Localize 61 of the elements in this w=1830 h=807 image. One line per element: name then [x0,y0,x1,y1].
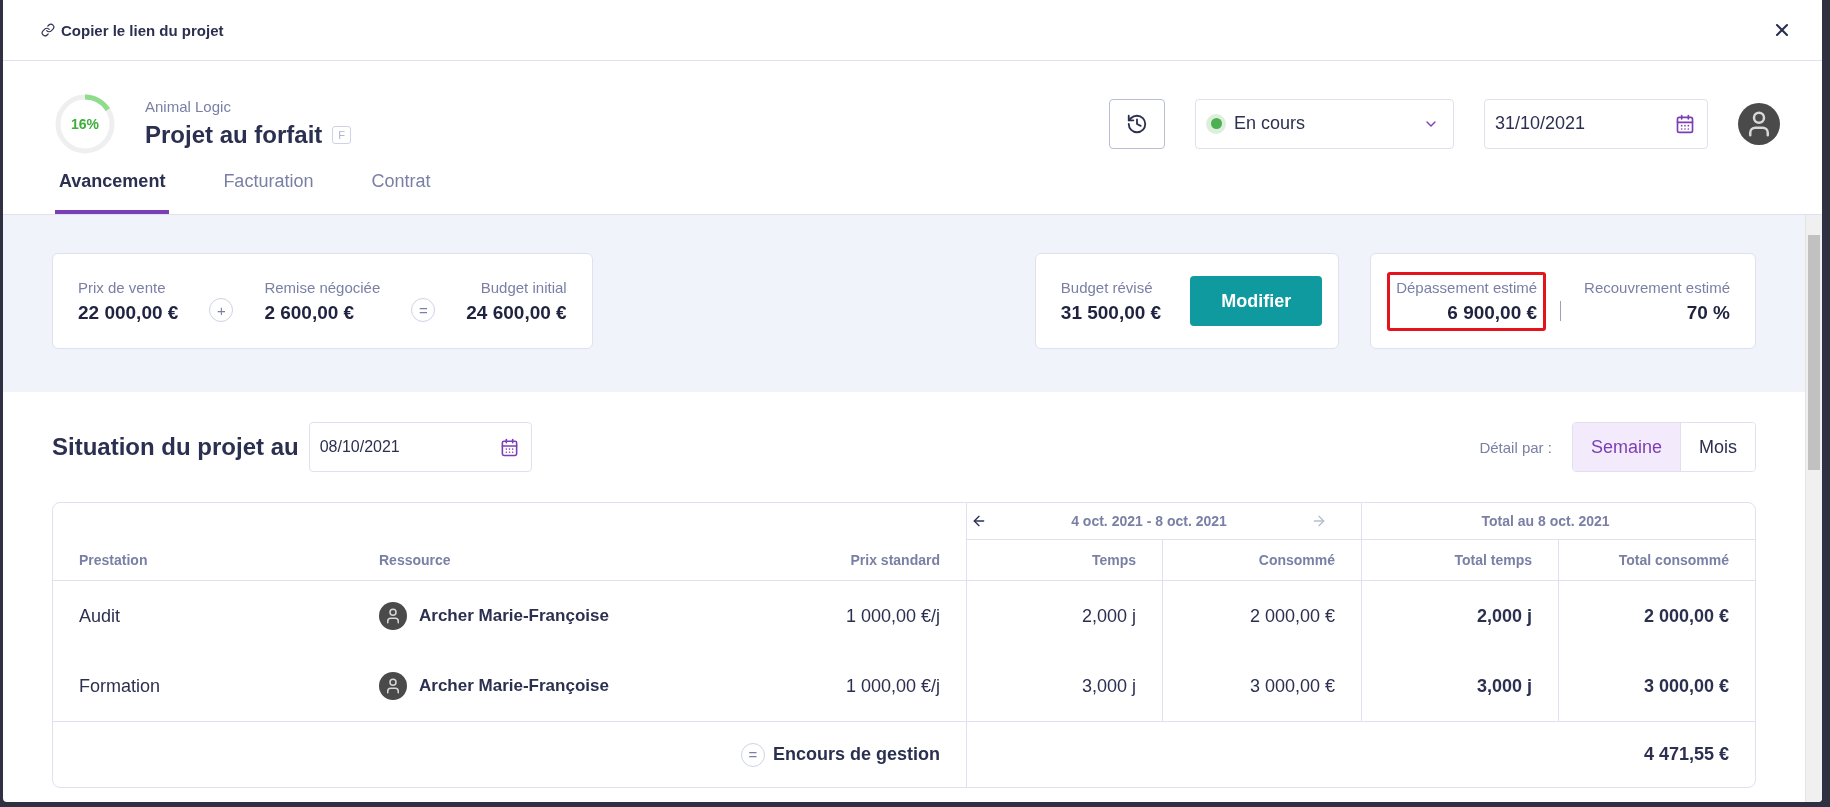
client-name: Animal Logic [145,98,232,115]
period-toggle[interactable]: Mois [1680,423,1755,471]
calendar-icon [499,437,519,457]
budget-label: Remise négociée [264,278,381,296]
table-cell: 3,000 j [1361,651,1558,721]
column-header: Prestation [53,540,353,581]
avatar [379,672,407,700]
budget-label: Prix de vente [78,278,166,296]
detail-label: Détail par : [1479,438,1552,456]
avatar[interactable] [1738,102,1780,145]
table-cell-text: 1 000,00 €/j [844,674,941,698]
status-select[interactable]: En cours [1195,98,1454,149]
due-date-field[interactable]: 31/10/2021 [1484,98,1708,149]
table-cell: 2 000,00 € [1558,581,1755,651]
situation-date-field[interactable]: 08/10/2021 [308,422,532,472]
estimate-value: 70 % [1686,301,1730,324]
period-toggle[interactable]: Semaine [1572,423,1680,471]
table-cell: 3 000,00 € [1558,651,1755,721]
table-cell: 3,000 j [966,651,1162,721]
budget-value: 2 600,00 € [264,301,355,324]
resource-name: Archer Marie-Françoise [419,606,609,626]
table-cell: 2,000 j [966,581,1162,651]
table-cell: 2,000 j [1361,581,1558,651]
column-header: Consommé [1162,540,1361,581]
progress-ring [55,93,115,154]
table-cell-text: Formation [78,674,162,698]
period-range: 4 oct. 2021 - 8 oct. 2021 [1071,513,1227,529]
revised-budget-value: 31 500,00 € [1060,301,1162,324]
history-button[interactable] [1109,98,1165,149]
budget-label: Budget initial [480,278,567,296]
section-title: Situation du projet au [52,433,299,461]
project-title: Projet au forfait [145,121,323,149]
copy-link-button[interactable]: Copier le lien du projet [41,21,224,39]
scrollbar[interactable] [1805,215,1822,802]
estimate-value: 6 900,00 € [1447,301,1538,324]
revised-budget-label: Budget révisé [1060,278,1153,296]
table-cell: 2 000,00 € [1162,581,1361,651]
avatar [379,602,407,630]
table-cell: 4 471,55 € [966,721,1755,787]
estimate-label: Recouvrement estimé [1584,278,1730,296]
budget-value: 22 000,00 € [78,301,179,324]
resource-name: Archer Marie-Françoise [419,676,609,696]
table-cell: 3 000,00 € [1162,651,1361,721]
table-cell-text: 1 000,00 €/j [844,604,941,628]
column-header: Total temps [1361,540,1558,581]
footer-label: Encours de gestion [772,744,940,765]
history-icon [1126,112,1148,135]
link-icon [41,23,55,37]
budget-value: 24 600,00 € [466,301,567,324]
column-header: Prix standard [770,540,966,581]
column-header: Temps [966,540,1162,581]
estimate-label: Dépassement estimé [1396,278,1538,296]
column-header: Total consommé [1558,540,1755,581]
project-type-badge: F [332,126,352,144]
tab[interactable]: Contrat [367,171,435,214]
calendar-icon [1675,113,1695,134]
column-group-header: Total au 8 oct. 2021 [1361,503,1755,540]
tab[interactable]: Facturation [219,171,318,214]
progress-percent: 16% [71,115,99,132]
column-header: Ressource [353,540,771,581]
table-cell-text: Audit [78,604,122,628]
